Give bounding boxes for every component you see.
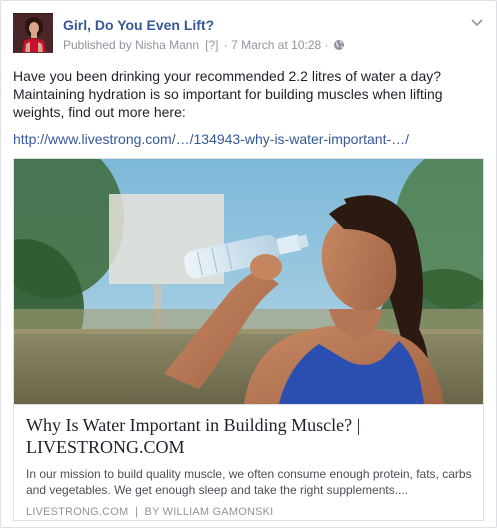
- meta-separator: ·: [223, 38, 228, 52]
- link-preview-title[interactable]: Why Is Water Important in Building Muscl…: [26, 414, 476, 458]
- chevron-down-icon[interactable]: [470, 15, 484, 29]
- post-link[interactable]: http://www.livestrong.com/…/134943-why-i…: [13, 130, 409, 148]
- globe-icon[interactable]: [333, 39, 345, 51]
- avatar-photo: [14, 14, 52, 52]
- link-preview-card[interactable]: Why Is Water Important in Building Muscl…: [13, 158, 484, 521]
- link-preview-body[interactable]: Why Is Water Important in Building Muscl…: [14, 404, 483, 520]
- link-preview-source: LIVESTRONG.COM | BY WILLIAM GAMONSKI: [26, 506, 273, 518]
- link-preview-description: In our mission to build quality muscle, …: [26, 467, 472, 497]
- post-text: Have you been drinking your recommended …: [13, 68, 443, 120]
- post-meta: Published by Nisha Mann [?] · 7 March at …: [63, 38, 345, 52]
- author-byline: BY WILLIAM GAMONSKI: [144, 506, 274, 518]
- source-domain: LIVESTRONG.COM: [26, 506, 129, 518]
- source-separator: |: [134, 506, 139, 518]
- woman-drinking-water-photo[interactable]: [14, 159, 483, 404]
- published-by-label: Published by: [63, 38, 132, 52]
- facebook-post: Girl, Do You Even Lift? Published by Nis…: [0, 0, 497, 528]
- author-link[interactable]: Nisha Mann: [135, 38, 199, 52]
- author-help-link[interactable]: [?]: [205, 38, 218, 52]
- page-avatar[interactable]: [13, 13, 53, 53]
- visibility-separator: ·: [324, 38, 329, 52]
- timestamp-link[interactable]: 7 March at 10:28: [231, 38, 321, 52]
- page-name-link[interactable]: Girl, Do You Even Lift?: [63, 17, 214, 33]
